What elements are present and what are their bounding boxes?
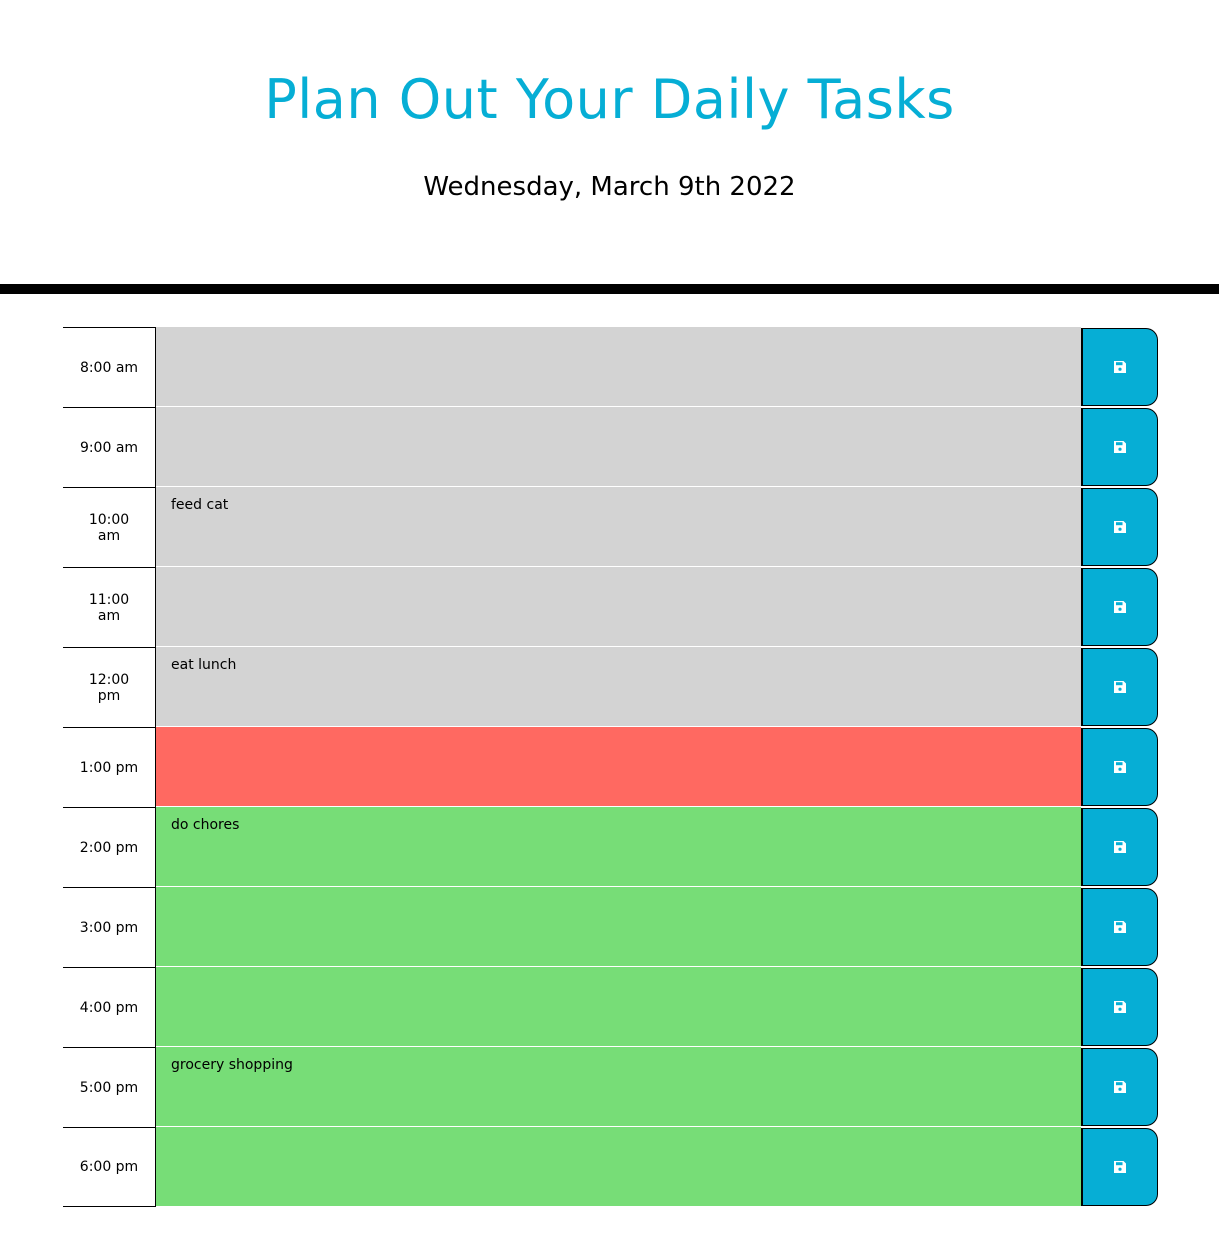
floppy-disk-icon <box>1114 441 1126 453</box>
hour-label: 6:00 pm <box>63 1127 156 1207</box>
time-block-row: 8:00 am <box>63 327 1158 407</box>
save-button[interactable] <box>1081 408 1158 486</box>
time-block-row: 5:00 pm grocery shopping <box>63 1047 1158 1127</box>
time-block-row: 3:00 pm <box>63 887 1158 967</box>
save-button[interactable] <box>1081 568 1158 646</box>
current-date: Wednesday, March 9th 2022 <box>423 172 796 202</box>
hour-label: 4:00 pm <box>63 967 156 1047</box>
task-input[interactable] <box>156 1127 1081 1207</box>
hour-label: 11:00 am <box>63 567 156 647</box>
floppy-disk-icon <box>1114 601 1126 613</box>
floppy-disk-icon <box>1114 521 1126 533</box>
task-input[interactable] <box>156 887 1081 967</box>
hour-label: 10:00 am <box>63 487 156 567</box>
hour-label: 8:00 am <box>63 327 156 407</box>
task-input[interactable] <box>156 327 1081 407</box>
time-block-row: 2:00 pm do chores <box>63 807 1158 887</box>
time-block-list: 8:00 am 9:00 am 10:00 am feed cat 11:00 … <box>63 327 1158 1207</box>
task-input[interactable]: do chores <box>156 807 1081 887</box>
hour-label: 1:00 pm <box>63 727 156 807</box>
save-button[interactable] <box>1081 328 1158 406</box>
time-block-row: 10:00 am feed cat <box>63 487 1158 567</box>
save-button[interactable] <box>1081 648 1158 726</box>
task-input[interactable]: eat lunch <box>156 647 1081 727</box>
floppy-disk-icon <box>1114 841 1126 853</box>
time-block-row: 6:00 pm <box>63 1127 1158 1207</box>
time-block-row: 11:00 am <box>63 567 1158 647</box>
page-header: Plan Out Your Daily Tasks Wednesday, Mar… <box>0 0 1219 294</box>
save-button[interactable] <box>1081 728 1158 806</box>
time-block-row: 1:00 pm <box>63 727 1158 807</box>
task-input[interactable] <box>156 567 1081 647</box>
hour-label: 5:00 pm <box>63 1047 156 1127</box>
hour-label: 3:00 pm <box>63 887 156 967</box>
floppy-disk-icon <box>1114 681 1126 693</box>
save-button[interactable] <box>1081 488 1158 566</box>
floppy-disk-icon <box>1114 361 1126 373</box>
hour-label: 12:00 pm <box>63 647 156 727</box>
time-block-row: 4:00 pm <box>63 967 1158 1047</box>
page-title: Plan Out Your Daily Tasks <box>264 68 955 131</box>
save-button[interactable] <box>1081 1128 1158 1206</box>
save-button[interactable] <box>1081 888 1158 966</box>
time-block-row: 12:00 pm eat lunch <box>63 647 1158 727</box>
hour-label: 9:00 am <box>63 407 156 487</box>
time-block-row: 9:00 am <box>63 407 1158 487</box>
task-input[interactable]: grocery shopping <box>156 1047 1081 1127</box>
floppy-disk-icon <box>1114 1161 1126 1173</box>
save-button[interactable] <box>1081 808 1158 886</box>
floppy-disk-icon <box>1114 761 1126 773</box>
save-button[interactable] <box>1081 968 1158 1046</box>
task-input[interactable] <box>156 407 1081 487</box>
floppy-disk-icon <box>1114 1001 1126 1013</box>
hour-label: 2:00 pm <box>63 807 156 887</box>
task-input[interactable] <box>156 727 1081 807</box>
floppy-disk-icon <box>1114 1081 1126 1093</box>
floppy-disk-icon <box>1114 921 1126 933</box>
task-input[interactable]: feed cat <box>156 487 1081 567</box>
task-input[interactable] <box>156 967 1081 1047</box>
save-button[interactable] <box>1081 1048 1158 1126</box>
